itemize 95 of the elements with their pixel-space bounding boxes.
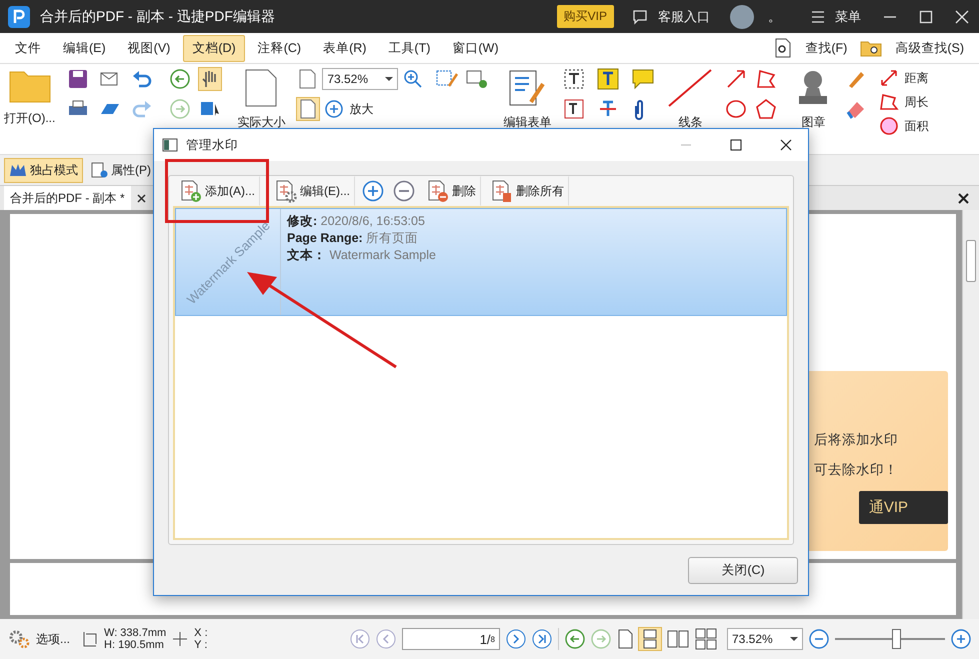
- watermark-text: 文本： Watermark Sample: [287, 247, 436, 263]
- find-icon[interactable]: [774, 38, 792, 58]
- avatar[interactable]: [730, 4, 754, 28]
- find-button[interactable]: 查找(F): [796, 34, 856, 62]
- close-button[interactable]: 关闭(C): [688, 556, 798, 584]
- image-add-icon[interactable]: [465, 68, 490, 90]
- fit-page-icon[interactable]: [297, 69, 318, 89]
- folder-search-icon[interactable]: [860, 39, 882, 57]
- zoom-combo[interactable]: 73.52%: [727, 628, 803, 650]
- chat-icon[interactable]: [632, 8, 648, 24]
- modified-text: 修改: 2020/8/6, 16:53:05: [287, 213, 426, 229]
- buy-vip-button[interactable]: 购买VIP: [556, 5, 614, 28]
- plus-icon[interactable]: [324, 99, 344, 119]
- width-text: W: 338.7mm: [104, 627, 166, 639]
- pentagon-icon[interactable]: [755, 98, 778, 120]
- form-edit-icon[interactable]: [507, 68, 548, 108]
- distance-button[interactable]: 距离: [904, 70, 928, 86]
- perimeter-icon[interactable]: [879, 92, 900, 112]
- edit-form-button[interactable]: 编辑表单: [503, 114, 552, 131]
- document-trash-icon: [490, 179, 514, 203]
- two-page-icon[interactable]: [667, 629, 689, 649]
- text-box-icon[interactable]: [563, 98, 586, 120]
- distance-icon[interactable]: [879, 68, 900, 88]
- status-dot-text: 。: [768, 8, 781, 26]
- ellipse-icon[interactable]: [725, 98, 748, 120]
- crown-icon: [9, 162, 27, 178]
- menu-item[interactable]: 文件: [6, 34, 50, 62]
- document-minus-icon: [426, 179, 450, 203]
- scrollbar[interactable]: [962, 210, 979, 619]
- menu-icon[interactable]: [811, 10, 825, 22]
- menu-item[interactable]: 编辑(E): [54, 34, 115, 62]
- close-icon[interactable]: [780, 139, 792, 151]
- back-icon[interactable]: [565, 629, 585, 649]
- support-link[interactable]: 客服入口: [658, 8, 710, 26]
- mode-button[interactable]: 属性(P): [85, 158, 156, 182]
- document-gear-icon: [274, 179, 298, 203]
- next-page-icon[interactable]: [506, 629, 526, 649]
- menu-label[interactable]: 菜单: [835, 8, 861, 26]
- advanced-find-button[interactable]: 高级查找(S): [886, 34, 973, 62]
- zoom-out-icon[interactable]: [809, 629, 829, 649]
- vip-button[interactable]: 通VIP: [858, 491, 948, 524]
- stamp-button[interactable]: 图章: [801, 114, 826, 131]
- zoom-in-icon[interactable]: [951, 629, 971, 649]
- last-page-icon[interactable]: [532, 629, 552, 649]
- zoom-combo[interactable]: 73.52%: [322, 68, 398, 90]
- hand-icon[interactable]: [199, 68, 222, 90]
- app-logo-icon: [8, 6, 30, 28]
- document-tab[interactable]: 合并后的PDF - 副本 *: [4, 186, 131, 210]
- gear-icon[interactable]: [8, 629, 30, 649]
- comment-icon[interactable]: [631, 68, 656, 90]
- page-range-text: Page Range: 所有页面: [287, 230, 420, 246]
- actual-size-button[interactable]: 实际大小: [237, 114, 286, 131]
- height-text: H: 190.5mm: [104, 639, 165, 651]
- back-icon[interactable]: [169, 68, 192, 90]
- single-page-icon[interactable]: [617, 629, 633, 649]
- window-icon: [162, 138, 178, 152]
- area-button[interactable]: 面积: [904, 118, 928, 134]
- options-button[interactable]: 选项...: [36, 630, 70, 648]
- x-coordinate-text: X :: [194, 627, 208, 639]
- zoom-in-icon[interactable]: [403, 69, 424, 89]
- save-icon[interactable]: [67, 68, 90, 90]
- zoom-in-button[interactable]: 放大: [349, 100, 374, 118]
- arrow-icon[interactable]: [725, 68, 748, 90]
- menu-item[interactable]: 表单(R): [314, 34, 376, 62]
- dialog-title: 管理水印: [186, 136, 238, 154]
- dimensions-icon: [82, 630, 98, 648]
- menu-item[interactable]: 窗口(W): [443, 34, 508, 62]
- y-coordinate-text: Y :: [194, 639, 208, 651]
- promo-text: 可去除水印！: [814, 461, 898, 479]
- fit-width-icon[interactable]: [297, 98, 320, 120]
- line-button[interactable]: 线条: [678, 114, 702, 131]
- undo-icon[interactable]: [131, 68, 154, 90]
- open-button[interactable]: 打开(O)...: [4, 110, 56, 127]
- crosshair-icon: [172, 631, 188, 647]
- mode-button[interactable]: 独占模式: [4, 158, 83, 182]
- page-number-field[interactable]: 1/$^{8}$: [402, 628, 500, 650]
- polygon-icon[interactable]: [755, 68, 778, 90]
- continuous-page-icon[interactable]: [639, 628, 661, 650]
- document-plus-icon: [179, 179, 203, 203]
- typewriter-icon[interactable]: [597, 68, 620, 90]
- properties-icon: [90, 162, 108, 178]
- grid-pages-icon[interactable]: [695, 628, 717, 650]
- close-tab-icon[interactable]: [136, 194, 146, 202]
- menu-item[interactable]: 文档(D): [183, 34, 245, 62]
- close-icon[interactable]: [958, 192, 969, 204]
- maximize-icon[interactable]: [730, 139, 742, 151]
- perimeter-button[interactable]: 周长: [904, 94, 928, 110]
- menu-item[interactable]: 工具(T): [379, 34, 440, 62]
- area-icon[interactable]: [879, 116, 900, 136]
- window-title: 合并后的PDF - 副本 - 迅捷PDF编辑器: [40, 8, 275, 26]
- line-icon[interactable]: [667, 68, 714, 108]
- page-icon[interactable]: [244, 68, 278, 108]
- menu-item[interactable]: 视图(V): [118, 34, 180, 62]
- menu-item[interactable]: 注释(C): [248, 34, 310, 62]
- promo-text: 后将添加水印: [814, 431, 898, 449]
